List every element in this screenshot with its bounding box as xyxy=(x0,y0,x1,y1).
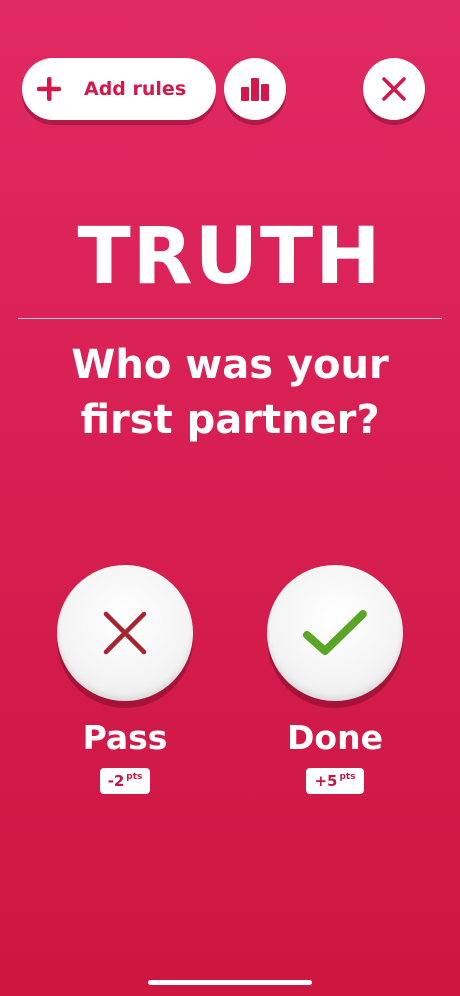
done-points-value: +5 xyxy=(314,772,338,790)
home-indicator[interactable] xyxy=(148,980,312,985)
close-icon xyxy=(382,77,406,101)
add-rules-button[interactable]: Add rules xyxy=(22,58,216,120)
card-question: Who was your first partner? xyxy=(71,342,389,443)
game-screen: Add rules TRUTH Who was your first partn… xyxy=(0,0,460,996)
pass-label: Pass xyxy=(82,718,168,757)
x-mark-icon xyxy=(103,611,147,655)
pass-points-unit: pts xyxy=(126,772,143,782)
pass-button[interactable] xyxy=(57,565,193,701)
divider xyxy=(18,318,442,319)
plus-icon xyxy=(37,77,61,101)
done-button[interactable] xyxy=(267,565,403,701)
pass-action: Pass -2 pts xyxy=(55,565,195,794)
card-category-title: TRUTH xyxy=(77,212,383,302)
pass-points-badge: -2 pts xyxy=(99,768,151,794)
done-label: Done xyxy=(287,718,383,757)
done-points-badge: +5 pts xyxy=(306,768,364,794)
check-mark-icon xyxy=(303,610,367,655)
pass-points-value: -2 xyxy=(107,772,125,790)
stats-button[interactable] xyxy=(224,58,286,120)
add-rules-label: Add rules xyxy=(84,78,187,100)
done-action: Done +5 pts xyxy=(265,565,405,794)
close-button[interactable] xyxy=(363,58,425,120)
done-points-unit: pts xyxy=(339,772,356,782)
bar-chart-icon xyxy=(241,78,269,101)
